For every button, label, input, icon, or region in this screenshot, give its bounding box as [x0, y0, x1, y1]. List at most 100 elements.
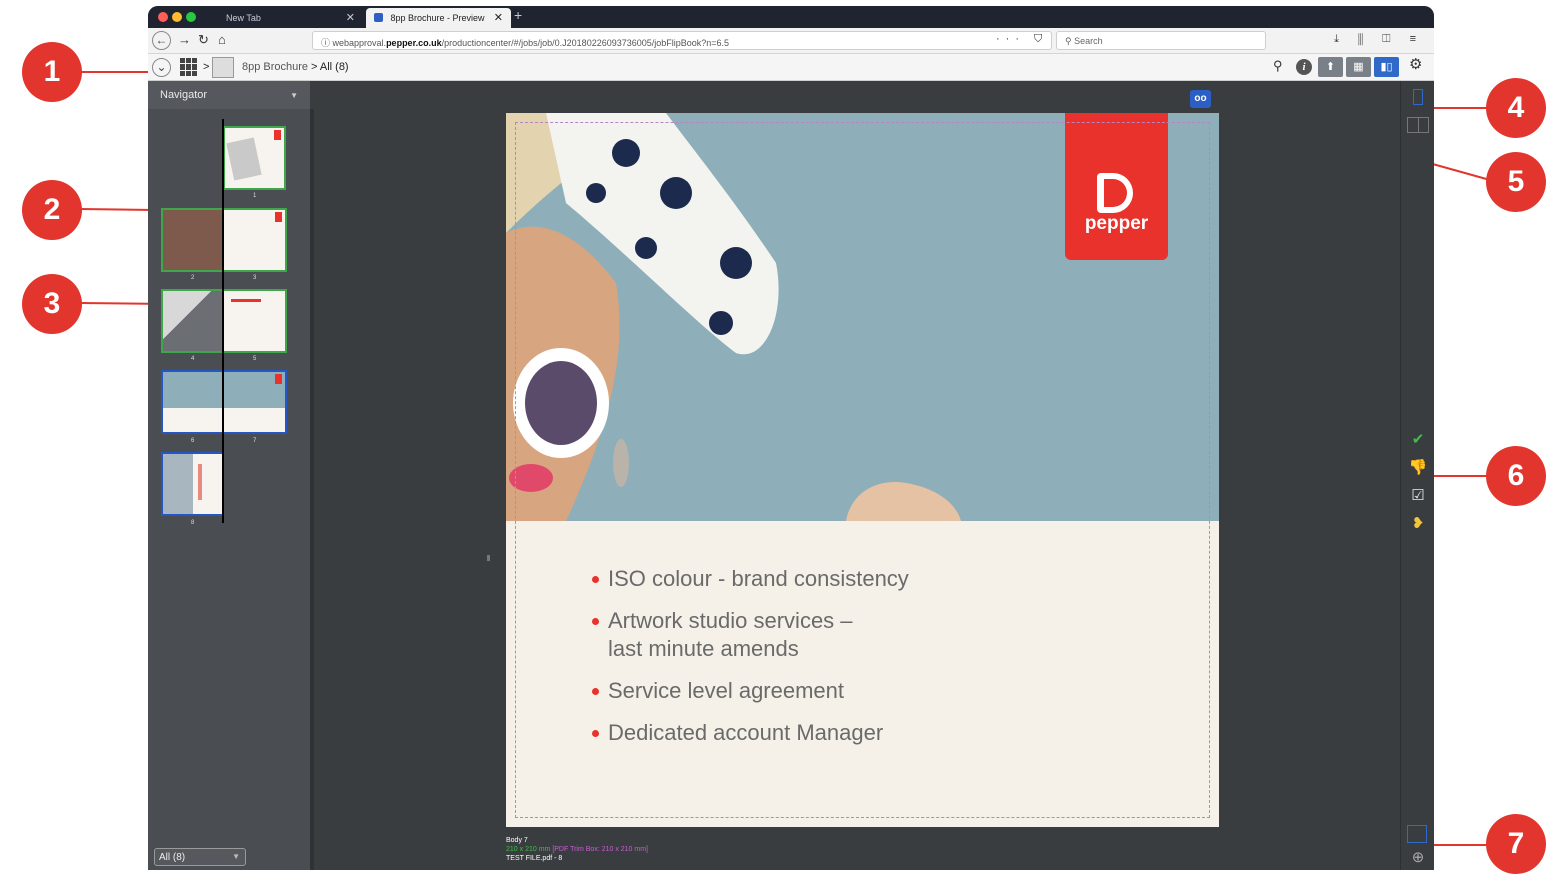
zoom-in-icon[interactable]: ⊕	[1408, 849, 1428, 867]
tab-strip: New Tab ✕ 8pp Brochure - Preview ✕ +	[148, 6, 1434, 28]
page-thumb-1[interactable]	[223, 126, 286, 190]
upload-folder-button[interactable]: ⬆	[1318, 57, 1343, 77]
page-spread-6-7[interactable]	[161, 370, 287, 434]
page-caption: Body 7 210 x 210 mm [PDF Trim Box: 210 x…	[506, 836, 648, 863]
callout-2: 2	[22, 180, 82, 240]
page-thumb-8[interactable]	[161, 452, 224, 516]
home-icon[interactable]: ⌂	[218, 33, 226, 47]
single-page-view-icon[interactable]	[1413, 89, 1423, 105]
page-spread-2-3[interactable]	[161, 208, 287, 272]
page-size: 210 x 210 mm	[506, 846, 551, 853]
caret-down-icon: ▼	[232, 852, 240, 861]
tab-close-icon[interactable]: ✕	[346, 11, 355, 24]
forward-arrow-icon[interactable]: →	[178, 33, 191, 47]
caret-down-icon[interactable]: ▼	[290, 91, 298, 100]
page-number: 8	[191, 520, 195, 526]
job-thumbnail[interactable]	[212, 57, 234, 78]
list-item: Service level agreement	[592, 677, 909, 705]
tab-label: New Tab	[226, 13, 261, 23]
tab-new-tab[interactable]: New Tab ✕	[218, 8, 363, 28]
spread-divider-line	[222, 119, 224, 523]
reject-thumbs-down-icon[interactable]: 👎	[1408, 459, 1428, 477]
thumb-image	[163, 454, 193, 514]
info-icon[interactable]: i	[1296, 59, 1312, 75]
document-page[interactable]: pepper ISO colour - brand consistency Ar…	[506, 113, 1219, 827]
banana-icon[interactable]: ❥	[1408, 515, 1428, 533]
callout-7: 7	[1486, 814, 1546, 874]
flipbook-view-button[interactable]: ▮▯	[1374, 57, 1399, 77]
thumb-logo	[275, 374, 282, 384]
approve-check-icon[interactable]: ✔	[1408, 431, 1428, 449]
navigator-scrollbar[interactable]	[310, 109, 314, 870]
file-name: TEST FILE.pdf - 8	[506, 855, 563, 862]
back-arrow-icon[interactable]: ←	[152, 31, 171, 50]
navigator-panel: Navigator ▼ 1 2 3 4 5 6 7 8 All (8) ▼	[148, 81, 314, 870]
thumb-image	[226, 137, 262, 181]
search-input[interactable]: ⚲ Search	[1056, 31, 1266, 50]
breadcrumb-separator: >	[203, 61, 210, 73]
breadcrumb-section: > All (8)	[311, 61, 349, 73]
page-spread-4-5[interactable]	[161, 289, 287, 353]
page-filter-value: All (8)	[159, 852, 186, 863]
page-number: 7	[253, 438, 257, 444]
feature-list: ISO colour - brand consistency Artwork s…	[592, 565, 909, 761]
search-icon: ⚲	[1065, 36, 1075, 46]
page-number: 1	[253, 193, 257, 199]
chevron-down-icon[interactable]: ⌄	[152, 58, 171, 77]
thumb-heading	[231, 299, 261, 302]
thumb-image	[163, 372, 285, 408]
thumb-logo	[274, 130, 281, 140]
url-prefix: webapproval.	[332, 38, 387, 48]
navigator-header[interactable]: Navigator ▼	[148, 81, 310, 109]
page-viewer[interactable]: oo pepper ISO colour - brand consistency…	[318, 81, 1400, 870]
pepper-logo-icon	[1097, 173, 1133, 213]
page-number: 2	[191, 275, 195, 281]
zoom-window-button[interactable]	[186, 12, 196, 22]
trim-box-size: [PDF Trim Box: 210 x 210 mm]	[552, 846, 649, 853]
pepper-favicon-icon	[374, 13, 383, 22]
reload-icon[interactable]: ↻	[198, 33, 209, 47]
browser-toolbar-icons[interactable]: ⤓ ⫼ ◫ ≡	[1334, 33, 1424, 46]
new-tab-button[interactable]: +	[514, 7, 522, 23]
page-number: 6	[191, 438, 195, 444]
address-bar[interactable]: ⓘ webapproval.pepper.co.uk/productioncen…	[312, 31, 1052, 50]
pepper-logo: pepper	[1065, 113, 1168, 260]
minimize-window-button[interactable]	[172, 12, 182, 22]
info-icon[interactable]: ⓘ	[321, 38, 333, 48]
page-filter-select[interactable]: All (8) ▼	[154, 848, 246, 866]
navigator-title: Navigator	[160, 89, 208, 101]
thumb-logo	[275, 212, 282, 222]
apps-grid-icon[interactable]	[180, 58, 198, 76]
url-domain: pepper.co.uk	[386, 38, 442, 48]
callout-4: 4	[1486, 78, 1546, 138]
gear-icon[interactable]: ⚙	[1409, 57, 1422, 72]
approve-and-next-icon[interactable]: ☑	[1408, 487, 1428, 505]
browser-window: New Tab ✕ 8pp Brochure - Preview ✕ + ← →…	[148, 6, 1434, 870]
app-toolbar: ⌄ > 8pp Brochure > All (8) ⚲ i ⬆ ▦ ▮▯ ⚙	[148, 54, 1434, 81]
panel-collapse-handle[interactable]	[487, 555, 490, 561]
tab-close-icon[interactable]: ✕	[494, 11, 503, 24]
callout-3: 3	[22, 274, 82, 334]
glasses-icon[interactable]: oo	[1190, 90, 1211, 108]
tab-label: 8pp Brochure - Preview	[390, 13, 485, 23]
grid-view-button[interactable]: ▦	[1346, 57, 1371, 77]
page-name: Body 7	[506, 837, 528, 844]
callout-1: 1	[22, 42, 82, 102]
list-item: Dedicated account Manager	[592, 719, 909, 747]
fit-to-screen-icon[interactable]	[1407, 825, 1427, 843]
search-icon[interactable]: ⚲	[1273, 59, 1283, 73]
page-number: 4	[191, 356, 195, 362]
close-window-button[interactable]	[158, 12, 168, 22]
page-number: 5	[253, 356, 257, 362]
logo-text: pepper	[1084, 213, 1149, 234]
thumb-image	[163, 291, 224, 351]
search-placeholder: Search	[1074, 36, 1103, 46]
navigation-bar: ← → ↻ ⌂ ⓘ webapproval.pepper.co.uk/produ…	[148, 28, 1434, 54]
thumb-image	[163, 210, 224, 270]
double-page-view-icon[interactable]	[1407, 117, 1429, 133]
callout-6: 6	[1486, 446, 1546, 506]
list-item: ISO colour - brand consistency	[592, 565, 909, 593]
tab-8pp-brochure[interactable]: 8pp Brochure - Preview ✕	[366, 8, 511, 28]
breadcrumb-job[interactable]: 8pp Brochure	[242, 61, 308, 73]
page-number: 3	[253, 275, 257, 281]
